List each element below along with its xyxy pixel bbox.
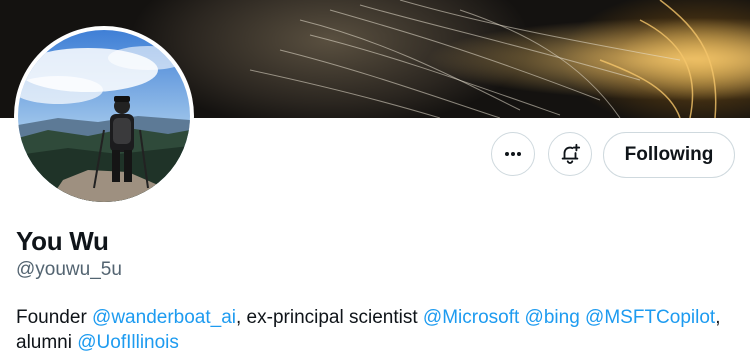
avatar-photo	[18, 30, 190, 202]
mention-microsoft-link[interactable]: @Microsoft	[423, 307, 519, 328]
mention-illinois-link[interactable]: @UofIllinois	[77, 332, 179, 353]
profile-bio: Founder @wanderboat_ai, ex-principal sci…	[16, 307, 721, 353]
more-horizontal-icon	[505, 152, 521, 156]
bio-text: alumni	[16, 332, 78, 353]
user-handle: @youwu_5u	[16, 259, 122, 280]
following-button[interactable]: Following	[603, 132, 735, 178]
more-options-button[interactable]	[491, 132, 535, 176]
notifications-button[interactable]	[548, 132, 592, 176]
bio-text: , ex-principal scientist	[236, 307, 423, 328]
mention-wanderboat-link[interactable]: @wanderboat_ai	[92, 307, 236, 328]
display-name: You Wu	[16, 226, 109, 256]
bio-text: Founder	[16, 307, 93, 328]
bell-plus-icon	[561, 143, 581, 164]
mention-bing-link[interactable]: @bing	[525, 307, 580, 328]
mention-copilot-link[interactable]: @MSFTCopilot	[585, 307, 715, 328]
avatar[interactable]	[14, 26, 194, 206]
